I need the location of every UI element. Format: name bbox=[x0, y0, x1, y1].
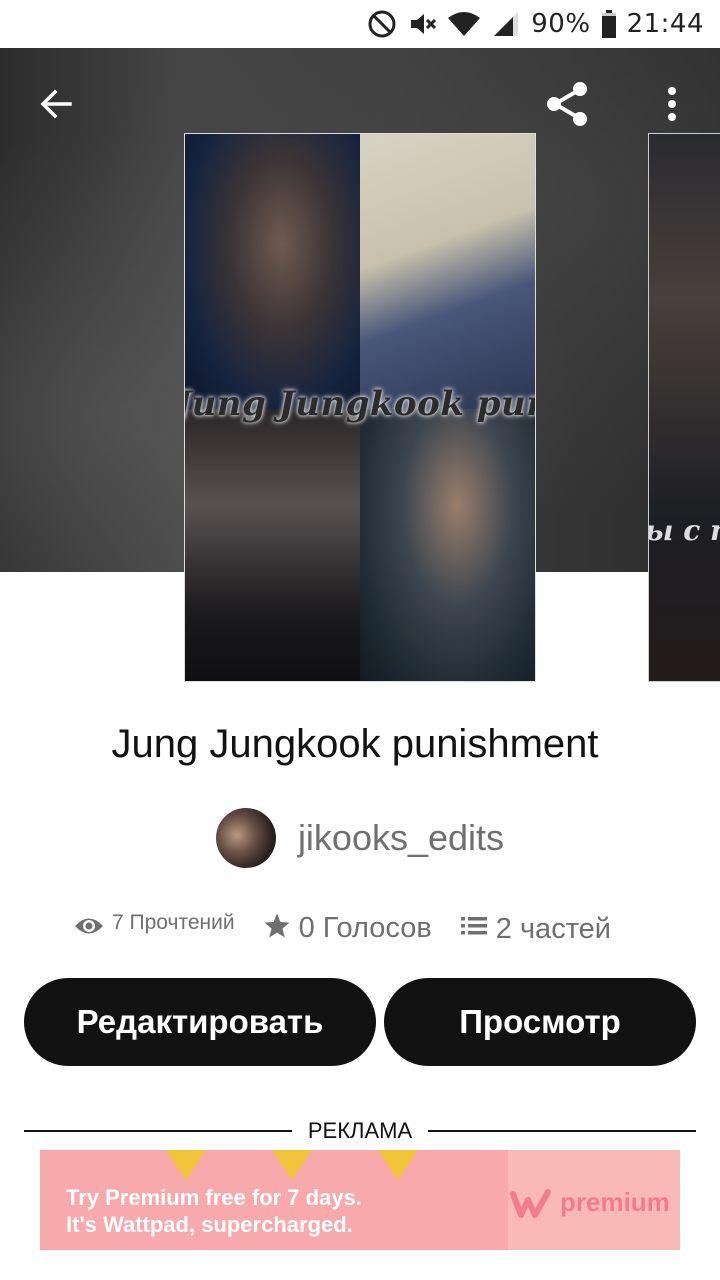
reads-stat: 7 Прочтений bbox=[74, 911, 235, 937]
cover-photo-top-right bbox=[360, 134, 535, 409]
preview-button[interactable]: Просмотр bbox=[384, 978, 696, 1066]
parts-count: 2 частей bbox=[495, 913, 611, 945]
ad-line-2: It's Wattpad, supercharged. bbox=[66, 1212, 353, 1237]
back-button[interactable] bbox=[24, 72, 88, 136]
ad-line-1: Try Premium free for 7 days. bbox=[66, 1185, 362, 1210]
author-name[interactable]: jikooks_edits bbox=[298, 817, 504, 859]
share-button[interactable] bbox=[535, 72, 599, 136]
clock: 21:44 bbox=[626, 9, 704, 39]
author-row[interactable]: jikooks_edits bbox=[0, 808, 720, 868]
cover-photo-bottom-right bbox=[360, 409, 535, 681]
divider bbox=[428, 1130, 696, 1132]
votes-count: 0 Голосов bbox=[298, 912, 432, 944]
ad-banner[interactable]: Try Premium free for 7 days. It's Wattpa… bbox=[40, 1150, 680, 1250]
list-icon bbox=[460, 916, 487, 934]
ad-label: РЕКЛАМА bbox=[307, 1118, 413, 1143]
battery-icon bbox=[601, 10, 616, 38]
share-icon bbox=[547, 82, 587, 126]
wifi-icon bbox=[448, 12, 481, 36]
more-vertical-icon bbox=[668, 87, 676, 121]
ad-decoration bbox=[378, 1150, 418, 1180]
mute-icon bbox=[411, 14, 437, 34]
cover-photo-top-left bbox=[185, 134, 360, 409]
ad-brand-text: premium bbox=[560, 1187, 670, 1217]
parts-stat: 2 частей bbox=[460, 905, 611, 946]
ad-decoration bbox=[272, 1150, 312, 1180]
more-options-button[interactable] bbox=[640, 72, 704, 136]
ad-copy: Try Premium free for 7 days. It's Wattpa… bbox=[66, 1184, 362, 1238]
next-cover-text: ы с п bbox=[649, 514, 720, 547]
eye-icon bbox=[75, 918, 103, 933]
signal-icon bbox=[494, 12, 519, 36]
edit-button[interactable]: Редактировать bbox=[24, 978, 376, 1066]
divider bbox=[24, 1130, 292, 1132]
do-not-disturb-icon bbox=[368, 10, 396, 38]
author-avatar[interactable] bbox=[215, 808, 276, 868]
ad-label-row: РЕКЛАМА bbox=[24, 1116, 696, 1146]
wattpad-w-icon bbox=[510, 1188, 551, 1218]
story-cover[interactable]: Jung Jungkook punishment bbox=[184, 133, 536, 682]
story-stats: 7 Прочтений 0 Голосов 2 частей bbox=[74, 905, 611, 946]
wattpad-premium-logo: premium bbox=[510, 1187, 670, 1218]
arrow-left-icon bbox=[40, 89, 72, 119]
star-icon bbox=[264, 913, 290, 937]
battery-percent: 90% bbox=[531, 9, 591, 39]
next-story-cover[interactable]: ы с п bbox=[648, 133, 720, 682]
cover-photo-bottom-left bbox=[185, 409, 360, 681]
status-bar: 90% 21:44 bbox=[0, 0, 720, 48]
cover-title-text: Jung Jungkook punishment bbox=[184, 384, 535, 424]
votes-stat: 0 Голосов bbox=[263, 906, 432, 945]
reads-count: 7 Прочтений bbox=[112, 910, 235, 934]
ad-decoration bbox=[166, 1150, 206, 1180]
story-title: Jung Jungkook punishment bbox=[111, 722, 599, 766]
